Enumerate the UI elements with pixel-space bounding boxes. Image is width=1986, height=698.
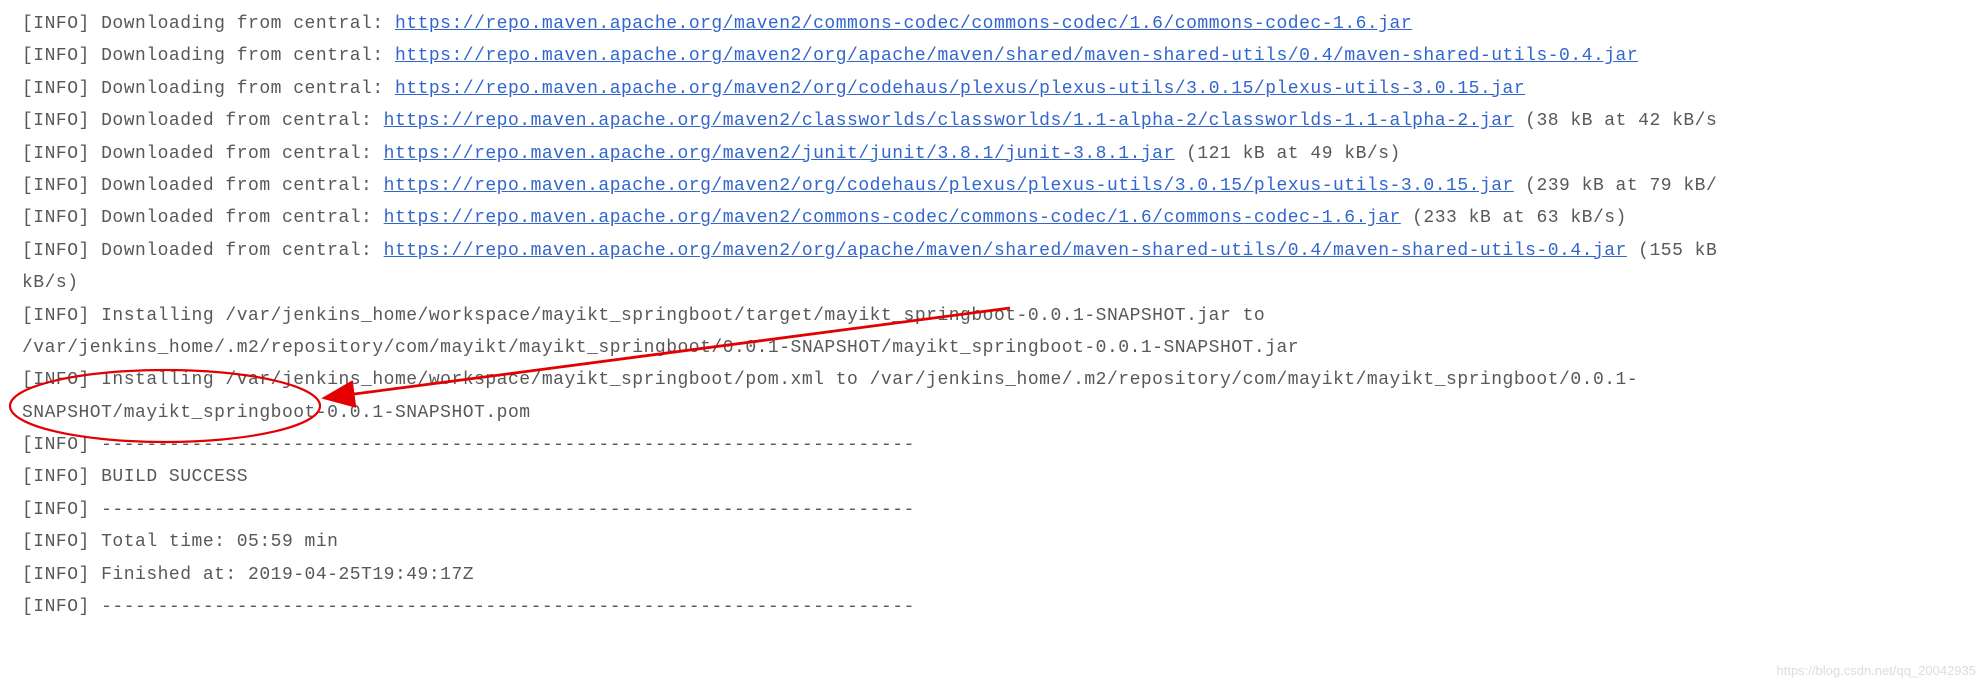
log-line: [INFO] Downloaded from central: https://… bbox=[22, 138, 1986, 170]
log-line: [INFO] Downloaded from central: https://… bbox=[22, 202, 1986, 234]
log-prefix: [INFO] Downloaded from central: bbox=[22, 241, 384, 261]
log-line: [INFO] Downloaded from central: https://… bbox=[22, 170, 1986, 202]
log-line: [INFO] Downloaded from central: https://… bbox=[22, 235, 1986, 267]
log-suffix: (239 kB at 79 kB/ bbox=[1514, 176, 1717, 196]
log-suffix: (38 kB at 42 kB/s bbox=[1514, 111, 1717, 131]
log-link[interactable]: https://repo.maven.apache.org/maven2/org… bbox=[395, 46, 1638, 66]
log-link[interactable]: https://repo.maven.apache.org/maven2/org… bbox=[384, 241, 1627, 261]
log-line-kbps: kB/s) bbox=[22, 267, 1986, 299]
log-prefix: [INFO] Downloaded from central: bbox=[22, 176, 384, 196]
log-line: [INFO] Downloading from central: https:/… bbox=[22, 8, 1986, 40]
log-prefix: [INFO] Downloaded from central: bbox=[22, 208, 384, 228]
log-line-total_time: [INFO] Total time: 05:59 min bbox=[22, 526, 1986, 558]
log-link[interactable]: https://repo.maven.apache.org/maven2/com… bbox=[384, 208, 1401, 228]
log-suffix: (155 kB bbox=[1627, 241, 1717, 261]
log-line: [INFO] Downloading from central: https:/… bbox=[22, 73, 1986, 105]
log-prefix: [INFO] Downloading from central: bbox=[22, 14, 395, 34]
log-link[interactable]: https://repo.maven.apache.org/maven2/cla… bbox=[384, 111, 1514, 131]
log-prefix: [INFO] Downloading from central: bbox=[22, 46, 395, 66]
log-suffix: (233 kB at 63 kB/s) bbox=[1401, 208, 1627, 228]
log-link[interactable]: https://repo.maven.apache.org/maven2/org… bbox=[384, 176, 1514, 196]
log-suffix: (121 kB at 49 kB/s) bbox=[1175, 144, 1401, 164]
log-line-divider1: [INFO] ---------------------------------… bbox=[22, 429, 1986, 461]
log-prefix: [INFO] Downloading from central: bbox=[22, 79, 395, 99]
log-line: [INFO] Downloaded from central: https://… bbox=[22, 105, 1986, 137]
log-line: [INFO] Downloading from central: https:/… bbox=[22, 40, 1986, 72]
log-line-install2b: SNAPSHOT/mayikt_springboot-0.0.1-SNAPSHO… bbox=[22, 397, 1986, 429]
log-output: [INFO] Downloading from central: https:/… bbox=[22, 8, 1986, 623]
log-link[interactable]: https://repo.maven.apache.org/maven2/jun… bbox=[384, 144, 1175, 164]
log-line-install1: [INFO] Installing /var/jenkins_home/work… bbox=[22, 300, 1986, 332]
log-prefix: [INFO] Downloaded from central: bbox=[22, 144, 384, 164]
log-line-divider3: [INFO] ---------------------------------… bbox=[22, 591, 1986, 623]
watermark-text: https://blog.csdn.net/qq_20042935 bbox=[1777, 659, 1977, 682]
log-line-divider2: [INFO] ---------------------------------… bbox=[22, 494, 1986, 526]
log-link[interactable]: https://repo.maven.apache.org/maven2/com… bbox=[395, 14, 1412, 34]
log-link[interactable]: https://repo.maven.apache.org/maven2/org… bbox=[395, 79, 1525, 99]
log-line-install1b: /var/jenkins_home/.m2/repository/com/may… bbox=[22, 332, 1986, 364]
log-line-install2: [INFO] Installing /var/jenkins_home/work… bbox=[22, 364, 1986, 396]
log-line-finished_at: [INFO] Finished at: 2019-04-25T19:49:17Z bbox=[22, 559, 1986, 591]
log-prefix: [INFO] Downloaded from central: bbox=[22, 111, 384, 131]
log-line-build_success: [INFO] BUILD SUCCESS bbox=[22, 461, 1986, 493]
